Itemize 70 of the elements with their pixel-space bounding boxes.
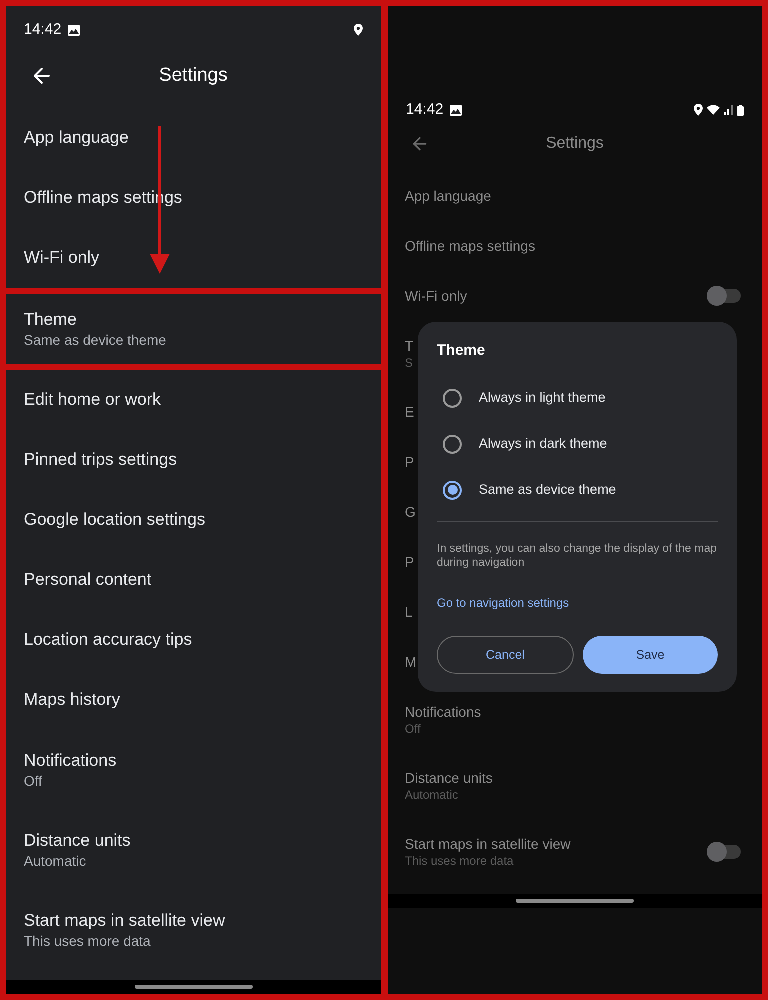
cancel-button[interactable]: Cancel — [437, 636, 574, 674]
settings-item[interactable]: Location accuracy tips — [6, 610, 381, 670]
radio-option[interactable]: Always in dark theme — [437, 421, 718, 467]
image-icon — [68, 24, 80, 36]
item-label: Personal content — [24, 569, 153, 591]
toggle-switch[interactable] — [709, 845, 741, 859]
item-label: Notifications — [405, 703, 482, 721]
item-label: Location accuracy tips — [24, 629, 194, 651]
settings-item[interactable]: App language — [6, 108, 381, 168]
radio-option[interactable]: Always in light theme — [437, 375, 718, 421]
toggle-switch[interactable] — [709, 289, 741, 303]
item-label: Google location settings — [24, 509, 206, 531]
item-value: Automatic — [405, 787, 460, 803]
item-value: Same as device theme — [24, 331, 168, 349]
item-label: Distance units — [405, 769, 493, 787]
item-label: Maps history — [24, 689, 122, 711]
settings-item[interactable]: Notifications Off — [6, 730, 381, 810]
item-label: Start maps in satellite view — [24, 910, 226, 932]
settings-item[interactable]: Google location settings — [6, 490, 381, 550]
item-label: Wi-Fi only — [405, 287, 468, 305]
image-icon — [450, 104, 462, 116]
item-label: Distance units — [24, 830, 132, 852]
status-time: 14:42 — [24, 20, 62, 40]
item-label: T — [405, 337, 414, 355]
status-time: 14:42 — [406, 100, 444, 120]
wifi-icon — [707, 105, 720, 115]
settings-item[interactable]: Edit home or work — [6, 370, 381, 430]
item-value: Automatic — [24, 852, 88, 870]
dialog-title: Theme — [437, 341, 486, 361]
settings-item[interactable]: App language — [388, 171, 762, 221]
item-value: S — [405, 355, 414, 371]
item-label: App language — [24, 127, 130, 149]
settings-item[interactable]: Offline maps settings — [388, 221, 762, 271]
screen-title: Settings — [158, 64, 229, 88]
settings-item[interactable]: Start maps in satellite view This uses more data — [6, 890, 381, 970]
item-label: App language — [405, 187, 492, 205]
settings-item[interactable]: Maps history — [6, 670, 381, 730]
item-label: Start maps in satellite view — [405, 835, 571, 853]
screen-title: Settings — [545, 134, 605, 154]
option-label: Always in light theme — [479, 388, 606, 407]
item-value: This uses more data — [24, 932, 152, 950]
item-label: Pinned trips settings — [24, 449, 178, 471]
radio-button[interactable] — [443, 388, 462, 408]
radio-option[interactable]: Same as device theme — [437, 467, 718, 513]
settings-item[interactable]: Distance units Automatic — [388, 753, 762, 819]
radio-button[interactable] — [443, 480, 462, 500]
settings-item[interactable]: Personal content — [6, 550, 381, 610]
battery-icon — [737, 104, 744, 116]
item-label: Edit home or work — [24, 389, 162, 411]
option-label: Always in dark theme — [479, 434, 608, 453]
settings-item[interactable]: Pinned trips settings — [6, 430, 381, 490]
item-value: Off — [24, 772, 44, 790]
item-value: This uses more data — [405, 853, 515, 869]
settings-item[interactable]: Start maps in satellite view This uses more data — [388, 819, 762, 885]
settings-item[interactable]: Wi-Fi only — [6, 228, 381, 288]
item-label: Theme — [24, 309, 78, 331]
signal-icon — [724, 105, 733, 115]
location-icon — [354, 24, 363, 36]
settings-item[interactable]: Distance units Automatic — [6, 810, 381, 890]
location-icon — [694, 104, 703, 116]
option-label: Same as device theme — [479, 480, 616, 499]
radio-button[interactable] — [443, 434, 462, 454]
item-label: Offline maps settings — [405, 237, 536, 255]
navigation-settings-link[interactable]: Go to navigation settings — [437, 594, 570, 612]
item-label: Notifications — [24, 750, 118, 772]
item-label: Wi-Fi only — [24, 247, 101, 269]
item-value: Off — [405, 721, 422, 737]
dialog-note: In settings, you can also change the display of the map during navigation — [437, 542, 718, 570]
settings-item[interactable]: Wi-Fi only — [388, 271, 762, 321]
save-button[interactable]: Save — [583, 636, 718, 674]
